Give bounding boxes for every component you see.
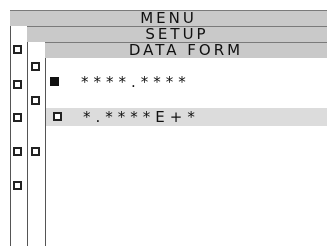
selected-marker: [50, 77, 59, 86]
menu-indicator-3[interactable]: [13, 113, 22, 122]
option-row-1[interactable]: ****.****: [46, 72, 327, 92]
option-label-1: ****.****: [81, 73, 191, 91]
menu-indicator-1[interactable]: [13, 45, 22, 54]
setup-header: SETUP: [27, 26, 327, 42]
column-divider-1: [27, 26, 28, 246]
setup-indicator-2[interactable]: [31, 96, 40, 105]
setup-indicator-1[interactable]: [31, 62, 40, 71]
menu-indicator-2[interactable]: [13, 80, 22, 89]
left-border: [10, 10, 11, 246]
option-row-2[interactable]: *.****E+*: [46, 108, 327, 126]
unselected-marker: [53, 112, 62, 121]
menu-header: MENU: [10, 10, 327, 26]
setup-indicator-3[interactable]: [31, 147, 40, 156]
data-form-header: DATA FORM: [45, 42, 327, 58]
menu-indicator-5[interactable]: [13, 181, 22, 190]
option-label-2: *.****E+*: [83, 108, 200, 126]
data-form-title: DATA FORM: [128, 41, 244, 59]
menu-indicator-4[interactable]: [13, 147, 22, 156]
screen: { "header": { "title": "MENU" }, "submen…: [0, 0, 327, 246]
